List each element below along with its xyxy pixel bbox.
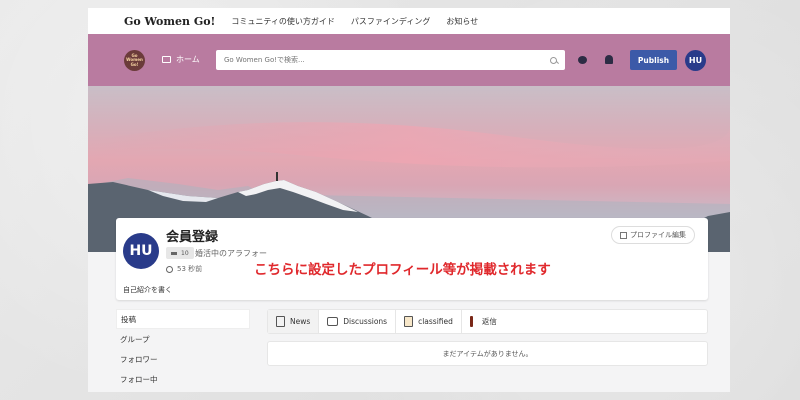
edit-profile-button[interactable]: プロファイル編集 <box>611 226 695 244</box>
home-link[interactable]: ホーム <box>162 54 200 65</box>
tab-replies-label: 返信 <box>481 317 497 326</box>
profile-name: 会員登録 <box>166 230 219 245</box>
tab-replies[interactable]: 返信 <box>462 310 505 333</box>
home-icon <box>162 56 171 63</box>
search-icon[interactable] <box>550 56 557 64</box>
edit-profile-label: プロファイル編集 <box>630 231 686 239</box>
top-navigation: Go Women Go! コミュニティの使い方ガイド パスファインディング お知… <box>88 8 730 34</box>
pencil-icon <box>620 231 627 239</box>
sidebar-item-followers[interactable]: フォロワー <box>116 349 250 369</box>
user-avatar[interactable]: HU <box>685 50 706 71</box>
bio-prompt[interactable]: 自己紹介を書く <box>123 285 172 295</box>
sidebar-item-posts[interactable]: 投稿 <box>116 309 250 329</box>
last-active-time: 53 秒前 <box>177 265 203 273</box>
tab-news-label: News <box>290 317 311 326</box>
chat-icon[interactable] <box>578 56 587 64</box>
annotation-text: こちらに設定したプロフィール等が掲載されます <box>254 262 551 278</box>
bell-icon[interactable] <box>605 55 613 64</box>
sidebar-item-following[interactable]: フォロー中 <box>116 369 250 389</box>
tab-news[interactable]: News <box>268 310 320 333</box>
nav-link-news[interactable]: お知らせ <box>446 16 478 27</box>
site-logo[interactable]: Go Women Go! <box>124 50 145 71</box>
notepad-icon <box>404 316 414 327</box>
speech-bubble-icon <box>327 317 339 326</box>
home-label: ホーム <box>176 55 200 64</box>
document-icon <box>276 316 285 327</box>
search-input[interactable] <box>224 56 550 64</box>
graduation-cap-icon <box>171 251 177 255</box>
tab-discussions[interactable]: Discussions <box>319 310 397 333</box>
nav-link-guide[interactable]: コミュニティの使い方ガイド <box>231 16 335 27</box>
browser-window: Go Women Go! コミュニティの使い方ガイド パスファインディング お知… <box>88 8 730 392</box>
rank-badge: 10 <box>166 247 194 259</box>
tab-classified-label: classified <box>418 317 453 326</box>
sidebar-item-groups[interactable]: グループ <box>116 329 250 349</box>
site-header: Go Women Go! ホーム Publish HU <box>88 34 730 86</box>
profile-sidebar: 投稿 グループ フォロワー フォロー中 <box>116 309 250 389</box>
brand-name[interactable]: Go Women Go! <box>124 15 215 28</box>
tab-classified[interactable]: classified <box>396 310 462 333</box>
nav-link-pathfinding[interactable]: パスファインディング <box>351 16 430 27</box>
profile-avatar: HU <box>123 233 159 269</box>
exclamation-icon <box>469 316 473 327</box>
search-bar[interactable] <box>216 50 565 70</box>
publish-button[interactable]: Publish <box>630 50 677 70</box>
clock-icon <box>166 265 173 273</box>
content-tabs: News Discussions classified 返信 <box>267 309 708 334</box>
badge-count: 10 <box>181 249 189 257</box>
last-active: 53 秒前 <box>166 264 202 274</box>
logo-text: Go Women Go! <box>126 52 143 67</box>
tab-discussions-label: Discussions <box>343 317 388 326</box>
empty-state: まだアイテムがありません。 <box>267 341 708 366</box>
